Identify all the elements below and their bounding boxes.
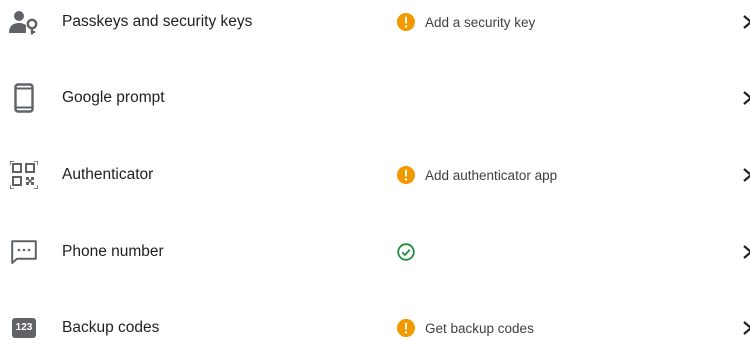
status-text: Add authenticator app [425,167,558,183]
warning-icon [396,318,416,338]
warning-icon [396,165,416,185]
smartphone-icon [8,82,40,114]
row-phone-number[interactable]: Phone number [0,230,750,274]
row-title: Authenticator [62,166,154,183]
row-passkeys[interactable]: Passkeys and security keys Add a securit… [0,0,750,44]
sign-in-methods-list: Passkeys and security keys Add a securit… [0,0,750,340]
row-title: Backup codes [62,319,160,336]
row-google-prompt[interactable]: Google prompt [0,76,750,120]
backup-codes-123-icon: 123 [8,312,40,340]
passkey-person-key-icon [8,6,40,38]
status-text: Get backup codes [425,320,534,336]
row-title: Phone number [62,243,164,260]
row-authenticator[interactable]: Authenticator Add authenticator app [0,153,750,197]
status-text: Add a security key [425,14,536,30]
check-circle-icon [396,242,416,262]
chevron-right-icon [743,88,750,108]
warning-icon [396,12,416,32]
chevron-right-icon [743,318,750,338]
chevron-right-icon [743,12,750,32]
chevron-right-icon [743,165,750,185]
row-title: Passkeys and security keys [62,13,253,30]
sms-message-icon [8,236,40,268]
row-status: Add authenticator app [396,153,557,197]
row-backup-codes[interactable]: 123 Backup codes Get backup codes [0,306,750,340]
qr-code-icon [8,159,40,191]
chevron-right-icon [743,242,750,262]
row-status: Get backup codes [396,306,534,340]
row-status [396,230,416,274]
backup-codes-icon-label: 123 [11,318,37,338]
row-title: Google prompt [62,89,165,106]
row-status: Add a security key [396,0,535,44]
